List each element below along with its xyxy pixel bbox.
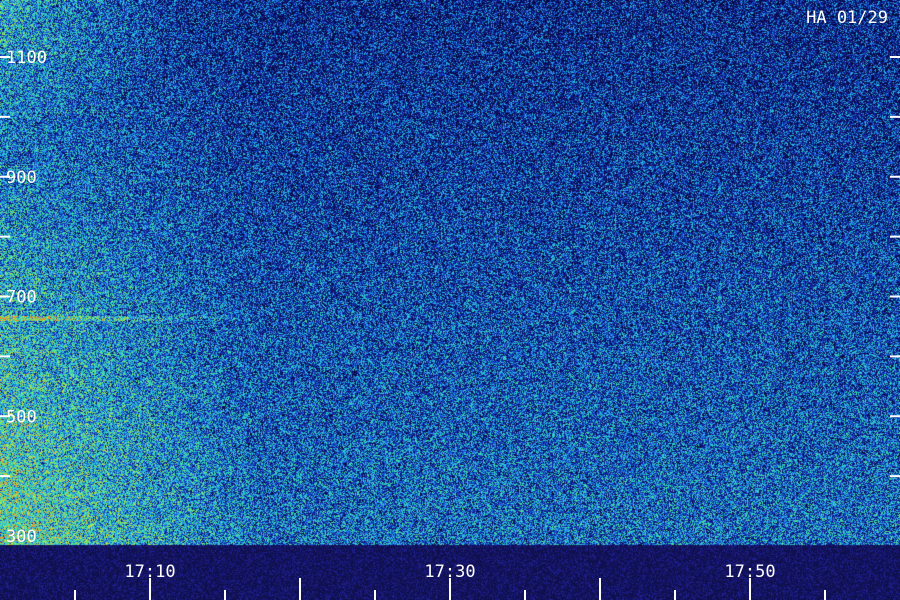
chart-overlay: 1100 900 700 500 300 17:10 17:30 17:50 HA 01/2…	[0, 8, 900, 600]
x-tick-label-17:30: 17:30	[424, 562, 475, 582]
chart-title: HA 01/29	[806, 8, 888, 28]
y-tick-label-700: 700	[6, 288, 37, 308]
x-tick-label-17:10: 17:10	[124, 562, 175, 582]
y-tick-label-1100: 1100	[6, 48, 47, 68]
y-tick-labels: 1100 900 700 500 300	[6, 48, 47, 547]
x-tick-label-17:50: 17:50	[724, 562, 775, 582]
y-tick-label-500: 500	[6, 407, 37, 427]
x-tick-labels: 17:10 17:30 17:50	[124, 562, 775, 582]
y-tick-label-300: 300	[6, 527, 37, 547]
y-tick-label-900: 900	[6, 168, 37, 188]
y-tick-marks	[0, 56, 900, 478]
